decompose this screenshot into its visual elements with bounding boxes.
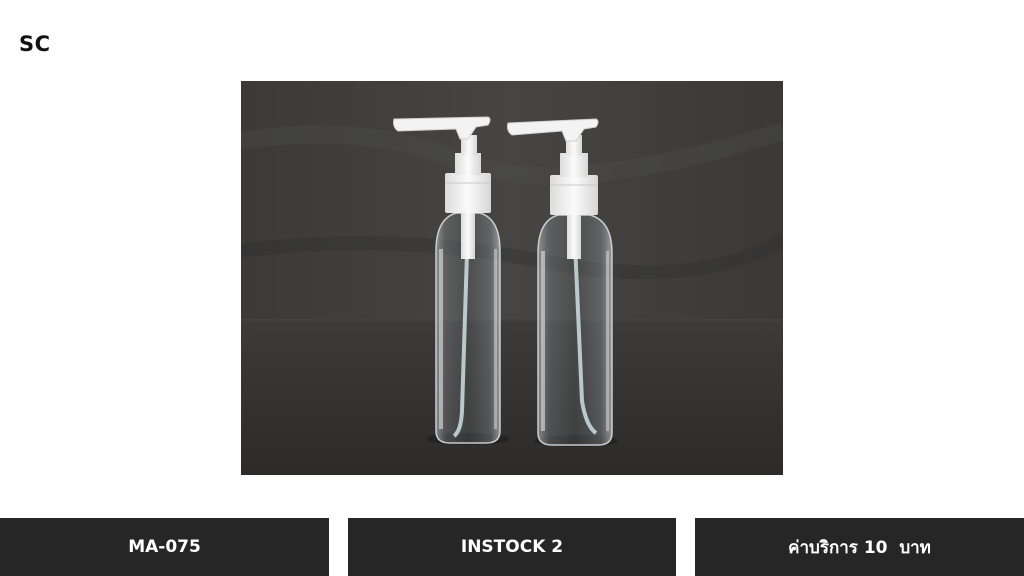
product-photo (241, 81, 783, 475)
service-price: ค่าบริการ 10 บาท (788, 537, 931, 558)
price-box: ค่าบริการ 10 บาท (695, 518, 1024, 576)
stock-status: INSTOCK 2 (460, 537, 564, 557)
stock-box: INSTOCK 2 (348, 518, 676, 576)
product-slide: SC MA-075 INSTOCK 2 ค่าบริการ 10 บาท (0, 0, 1024, 576)
product-code-box: MA-075 (0, 518, 329, 576)
brand-logo: SC (19, 32, 51, 56)
product-code: MA-075 (128, 537, 201, 557)
